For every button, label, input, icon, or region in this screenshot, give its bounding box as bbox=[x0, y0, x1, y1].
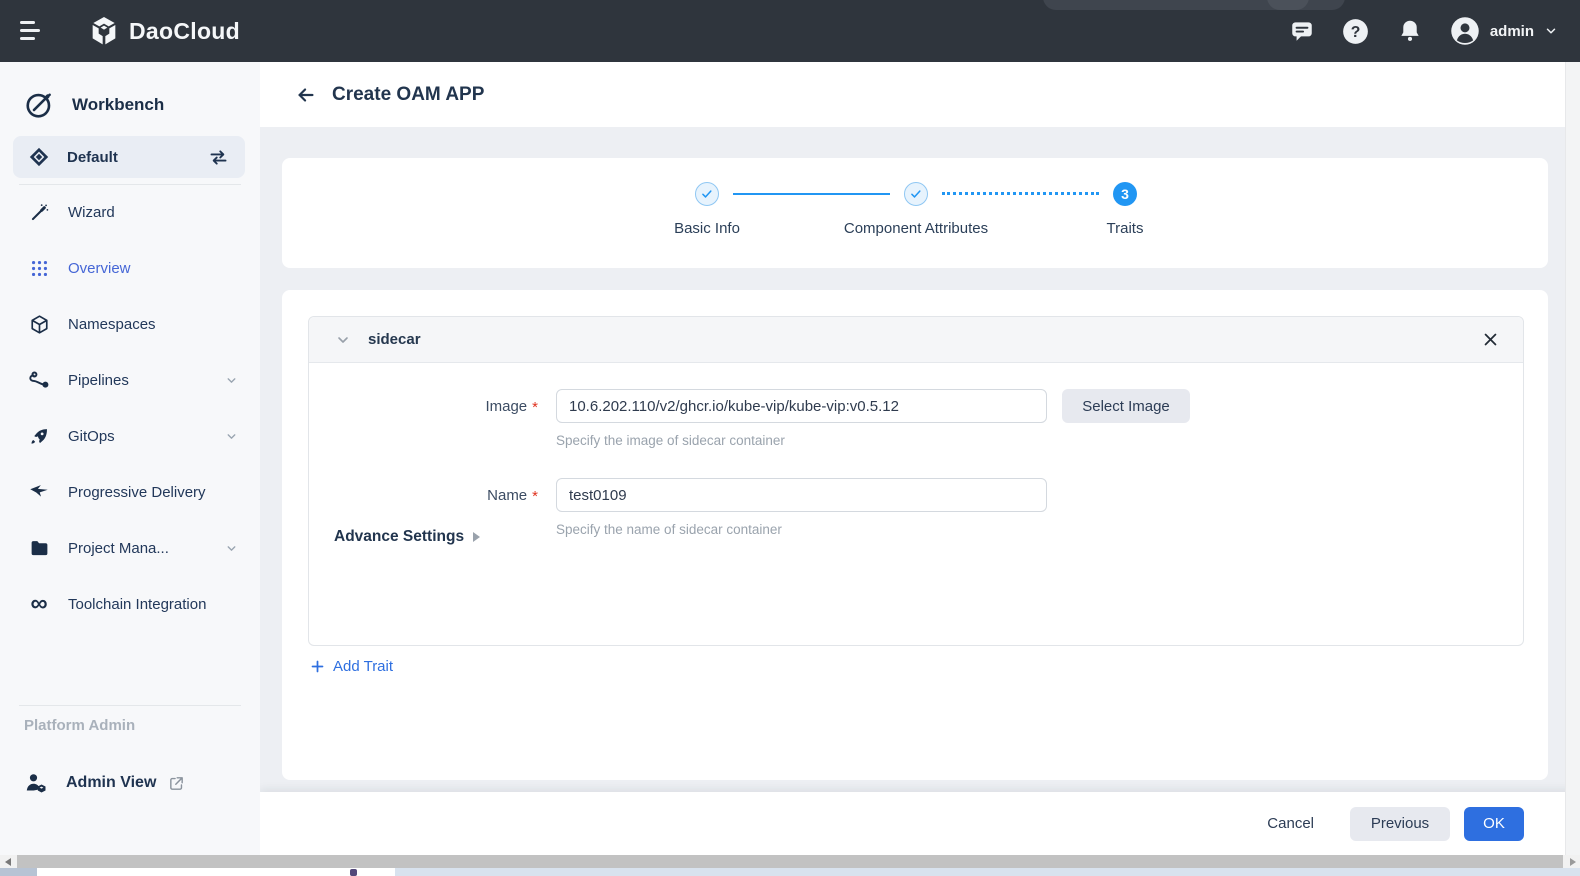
collapse-chevron-icon[interactable] bbox=[335, 332, 351, 348]
grid-icon bbox=[28, 259, 50, 278]
chevron-down-icon bbox=[1544, 24, 1558, 38]
top-bar: DaoCloud ? bbox=[0, 0, 1580, 62]
step-3-node[interactable]: 3 bbox=[1113, 182, 1137, 206]
bottom-glyph bbox=[350, 869, 357, 876]
sidebar-item-pipelines[interactable]: Pipelines bbox=[0, 352, 260, 408]
trait-title: sidecar bbox=[368, 331, 1482, 348]
image-input[interactable] bbox=[556, 389, 1047, 423]
name-input[interactable] bbox=[556, 478, 1047, 512]
username: admin bbox=[1490, 23, 1534, 40]
chat-icon[interactable] bbox=[1288, 17, 1316, 45]
bell-icon[interactable] bbox=[1396, 17, 1424, 45]
workspace-label: Default bbox=[67, 149, 208, 166]
sidebar-item-gitops[interactable]: GitOps bbox=[0, 408, 260, 464]
step-connector-solid bbox=[733, 193, 890, 195]
chevron-down-icon bbox=[225, 374, 238, 387]
sidebar-item-progressive-delivery[interactable]: Progressive Delivery bbox=[0, 464, 260, 520]
advance-settings-label: Advance Settings bbox=[334, 528, 464, 546]
cube-logo-icon bbox=[88, 15, 120, 47]
chevron-down-icon bbox=[225, 542, 238, 555]
ok-button[interactable]: OK bbox=[1464, 807, 1524, 841]
wand-icon bbox=[28, 202, 50, 223]
workspace-icon bbox=[28, 146, 50, 168]
step-2-node[interactable] bbox=[904, 182, 928, 206]
trait-card-body: Image * Select Image Specify the image o… bbox=[309, 363, 1523, 537]
image-field-row: Image * Select Image bbox=[309, 389, 1523, 423]
admin-user-icon bbox=[24, 771, 48, 795]
trait-card-header[interactable]: sidecar bbox=[309, 317, 1523, 363]
sidebar-item-namespaces[interactable]: Namespaces bbox=[0, 296, 260, 352]
menu-icon[interactable] bbox=[20, 18, 46, 44]
folder-icon bbox=[28, 538, 50, 559]
bottom-edge-strip bbox=[0, 868, 1580, 876]
chevron-down-icon bbox=[225, 430, 238, 443]
user-menu[interactable]: admin bbox=[1450, 16, 1558, 46]
brand[interactable]: DaoCloud bbox=[88, 0, 240, 62]
required-asterisk: * bbox=[532, 399, 538, 416]
horizontal-scrollbar[interactable] bbox=[0, 855, 1580, 868]
sidebar-item-project-management[interactable]: Project Mana... bbox=[0, 520, 260, 576]
stepper: 3 Basic Info Component Attributes Traits bbox=[282, 158, 1548, 268]
name-label: Name bbox=[487, 487, 527, 504]
sidebar-nav: Wizard Overview Namespaces bbox=[0, 184, 260, 632]
page-title: Create OAM APP bbox=[332, 84, 484, 106]
content-area: 3 Basic Info Component Attributes Traits… bbox=[260, 127, 1580, 792]
cancel-button[interactable]: Cancel bbox=[1249, 815, 1332, 832]
svg-text:?: ? bbox=[1351, 24, 1361, 41]
platform-admin-section-label: Platform Admin bbox=[24, 717, 135, 734]
image-helper-text: Specify the image of sidecar container bbox=[556, 433, 1523, 448]
help-icon[interactable]: ? bbox=[1342, 17, 1370, 45]
admin-view-label: Admin View bbox=[66, 774, 156, 792]
page-header: Create OAM APP bbox=[260, 62, 1580, 127]
scroll-right-arrow-icon[interactable] bbox=[1570, 858, 1576, 866]
sidebar-divider bbox=[19, 705, 241, 706]
traits-panel: sidecar Image * Select Image Specify bbox=[282, 290, 1548, 780]
plus-icon bbox=[310, 659, 325, 674]
workbench-icon bbox=[24, 90, 54, 120]
advance-settings-toggle[interactable]: Advance Settings bbox=[334, 528, 480, 546]
brand-name: DaoCloud bbox=[129, 18, 240, 45]
main-area: Create OAM APP 3 Basic Info Component At… bbox=[260, 62, 1580, 855]
step-1-node[interactable] bbox=[695, 182, 719, 206]
sidebar-item-admin-view[interactable]: Admin View bbox=[0, 762, 260, 804]
step-3-label: Traits bbox=[1107, 220, 1144, 237]
namespace-cube-icon bbox=[28, 314, 50, 335]
horizontal-scrollbar-thumb[interactable] bbox=[17, 855, 1563, 868]
rocket-icon bbox=[28, 426, 50, 447]
select-image-button[interactable]: Select Image bbox=[1062, 389, 1190, 423]
bird-icon bbox=[28, 481, 50, 503]
workbench-label: Workbench bbox=[72, 95, 164, 115]
add-trait-label: Add Trait bbox=[333, 658, 393, 675]
name-helper-text: Specify the name of sidecar container bbox=[556, 522, 1523, 537]
previous-button[interactable]: Previous bbox=[1350, 807, 1450, 841]
sidebar-item-wizard[interactable]: Wizard bbox=[0, 184, 260, 240]
footer-action-bar: Cancel Previous OK bbox=[260, 792, 1580, 855]
add-trait-button[interactable]: Add Trait bbox=[310, 658, 393, 675]
step-2-label: Component Attributes bbox=[844, 220, 988, 237]
back-arrow-icon[interactable] bbox=[294, 83, 318, 107]
sidebar-item-workbench[interactable]: Workbench bbox=[0, 84, 260, 126]
name-field-row: Name * bbox=[309, 478, 1523, 512]
sidebar-item-overview[interactable]: Overview bbox=[0, 240, 260, 296]
image-label: Image bbox=[485, 398, 527, 415]
infinity-icon: ∞ bbox=[28, 592, 50, 616]
close-icon[interactable] bbox=[1482, 331, 1499, 348]
switch-workspace-icon[interactable] bbox=[208, 147, 229, 168]
avatar-icon bbox=[1450, 16, 1480, 46]
sidebar-item-default-workspace[interactable]: Default bbox=[13, 136, 245, 178]
sidebar: Workbench Default bbox=[0, 62, 260, 855]
required-asterisk: * bbox=[532, 488, 538, 505]
sidebar-item-toolchain-integration[interactable]: ∞ Toolchain Integration bbox=[0, 576, 260, 632]
scroll-left-arrow-icon[interactable] bbox=[5, 858, 11, 866]
vertical-scrollbar[interactable] bbox=[1565, 62, 1580, 855]
pipeline-icon bbox=[28, 369, 50, 391]
step-1-label: Basic Info bbox=[674, 220, 740, 237]
external-link-icon bbox=[168, 775, 185, 792]
trait-card-sidecar: sidecar Image * Select Image Specify bbox=[308, 316, 1524, 646]
step-connector-dotted bbox=[942, 192, 1099, 195]
chevron-right-icon bbox=[473, 532, 480, 542]
